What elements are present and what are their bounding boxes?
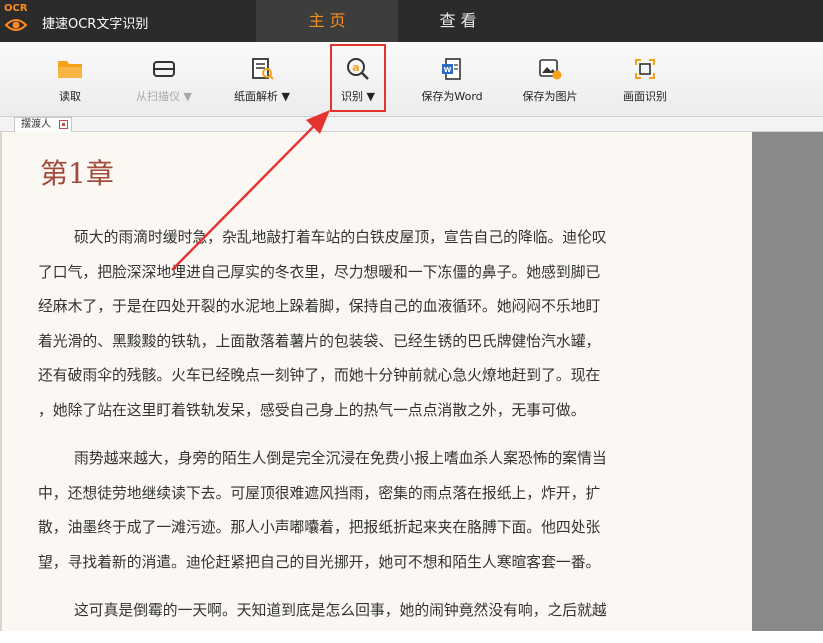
paragraph: 硕大的雨滴时缓时急，杂乱地敲打着车站的白铁皮屋顶，宣告自己的降临。迪伦叹 了口气…	[38, 221, 690, 428]
text-line: 中，还想徒劳地继续读下去。可屋顶很难遮风挡雨，密集的雨点落在报纸上，炸开，扩	[38, 484, 601, 502]
text-line: 还有破雨伞的残骸。火车已经晚点一刻钟了，而她十分钟前就心急火燎地赶到了。现在	[38, 367, 601, 384]
logo-text: OCR	[4, 3, 28, 14]
screen-capture-icon	[635, 59, 655, 79]
from-scanner-label: 从扫描仪 ▼	[136, 90, 192, 103]
eye-icon	[4, 19, 28, 31]
page-gutter	[752, 132, 823, 631]
save-as-image-button[interactable]: 保存为图片	[512, 50, 588, 110]
text-line: 望，寻找着新的消遣。迪伦赶紧把自己的目光挪开，她可不想和陌生人寒暄客套一番。	[38, 553, 601, 571]
app-logo: OCR	[2, 3, 30, 37]
page-analyze-icon	[252, 58, 274, 80]
document-body: 硕大的雨滴时缓时急，杂乱地敲打着车站的白铁皮屋顶，宣告自己的降临。迪伦叹 了口气…	[38, 221, 690, 643]
screen-recognize-button[interactable]: 画面识别	[612, 50, 678, 110]
text-line: ，她除了站在这里盯着铁轨发呆，感受自己身上的热气一点点消散之外，无事可做。	[38, 401, 586, 419]
svg-text:W: W	[444, 66, 452, 74]
text-line: 散，油墨终于成了一滩污迹。那人小声嘟囔着，把报纸折起来夹在胳膊下面。他四处张	[38, 519, 601, 536]
document-tab[interactable]: 摆渡人	[14, 117, 72, 132]
page-analyze-button[interactable]: 纸面解析 ▼	[224, 50, 300, 110]
tab-home[interactable]: 主 页	[256, 0, 398, 42]
from-scanner-button[interactable]: 从扫描仪 ▼	[124, 50, 204, 110]
chapter-title: 第1章	[40, 157, 114, 190]
save-as-image-label: 保存为图片	[522, 90, 578, 103]
scanner-icon	[153, 61, 175, 77]
paragraph: 这可真是倒霉的一天啊。天知道到底是怎么回事，她的闹钟竟然没有响，之后就越	[38, 594, 690, 629]
text-line: 这可真是倒霉的一天啊。天知道到底是怎么回事，她的闹钟竟然没有响，之后就越	[74, 602, 607, 619]
paragraph: 雨势越来越大，身旁的陌生人倒是完全沉浸在免费小报上嗜血杀人案恐怖的案情当 中，还…	[38, 442, 690, 580]
word-icon: W	[442, 58, 461, 80]
annotation-highlight-box	[330, 44, 386, 112]
screen-recognize-label: 画面识别	[623, 90, 667, 103]
document-tab-label: 摆渡人	[21, 119, 51, 130]
tab-view[interactable]: 查 看	[398, 0, 518, 42]
text-line: 着光滑的、黑黢黢的铁轨，上面散落着薯片的包装袋、已经生锈的巴氏牌健怡汽水罐，	[38, 332, 601, 350]
text-line: 雨势越来越大，身旁的陌生人倒是完全沉浸在免费小报上嗜血杀人案恐怖的案情当	[74, 450, 607, 467]
text-line: 经麻木了，于是在四处开裂的水泥地上跺着脚，保持自己的血液循环。她闷闷不乐地盯	[38, 298, 601, 315]
save-as-word-button[interactable]: W 保存为Word	[412, 50, 492, 110]
document-tab-bar: 摆渡人	[0, 117, 823, 132]
text-line: 了口气，把脸深深地埋进自己厚实的冬衣里，尽力想暖和一下冻僵的鼻子。她感到脚已	[38, 263, 601, 281]
read-label: 读取	[59, 90, 81, 103]
toolbar: 读取 从扫描仪 ▼ 纸面解析 ▼ a 识别 ▼ W 保存为Word 保存为图片 …	[0, 42, 823, 117]
text-line: 硕大的雨滴时缓时急，杂乱地敲打着车站的白铁皮屋顶，宣告自己的降临。迪伦叹	[74, 229, 607, 246]
image-icon	[539, 59, 562, 80]
app-title: 捷速OCR文字识别	[42, 17, 149, 32]
folder-icon	[58, 61, 82, 78]
title-bar: OCR 捷速OCR文字识别 主 页 查 看	[0, 0, 823, 42]
page-analyze-label: 纸面解析 ▼	[234, 90, 290, 103]
read-button[interactable]: 读取	[40, 50, 100, 110]
close-icon[interactable]	[59, 120, 68, 129]
save-as-word-label: 保存为Word	[421, 90, 483, 103]
